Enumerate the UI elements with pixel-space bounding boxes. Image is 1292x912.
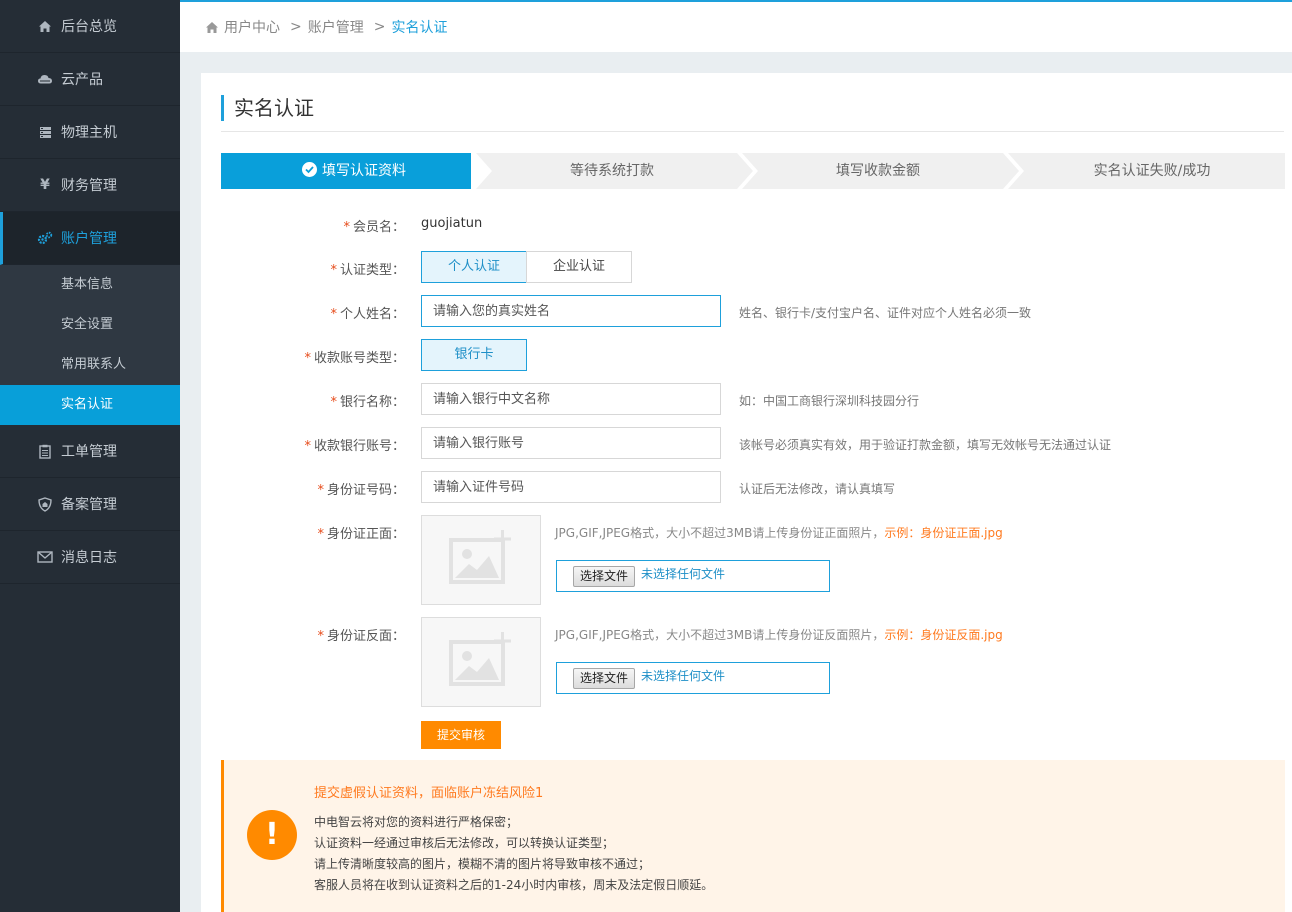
server-icon	[37, 124, 53, 140]
sidebar-item-label: 工单管理	[61, 444, 117, 460]
sidebar-item-physical-host[interactable]: 物理主机	[0, 106, 180, 159]
sidebar-item-label: 后台总览	[61, 19, 117, 35]
account-submenu: 基本信息 安全设置 常用联系人 实名认证	[0, 265, 180, 425]
file-status: 未选择任何文件	[641, 669, 726, 683]
sidebar-item-label: 消息日志	[61, 550, 117, 566]
id-front-preview[interactable]	[421, 515, 541, 605]
image-placeholder-icon	[449, 632, 511, 686]
id-back-example-link: 示例：身份证反面.jpg	[884, 628, 1003, 642]
submenu-item-basic-info[interactable]: 基本信息	[0, 265, 180, 305]
id-front-hint: JPG,GIF,JPEG格式，大小不超过3MB请上传身份证正面照片，示例：身份证…	[555, 526, 1003, 540]
image-placeholder-icon	[449, 530, 511, 584]
warning-line: 认证资料一经通过审核后无法修改，可以转换认证类型；	[314, 836, 615, 850]
sidebar-item-label: 财务管理	[61, 178, 117, 194]
step-label: 等待系统打款	[570, 163, 654, 179]
bank-name-input[interactable]	[421, 383, 721, 415]
submenu-item-contacts[interactable]: 常用联系人	[0, 345, 180, 385]
yen-icon: ¥	[40, 177, 50, 193]
home-icon	[37, 18, 53, 34]
cloud-icon	[37, 71, 53, 87]
file-status: 未选择任何文件	[641, 567, 726, 581]
id-back-hint: JPG,GIF,JPEG格式，大小不超过3MB请上传身份证反面照片，示例：身份证…	[555, 628, 1003, 642]
breadcrumb-separator: >	[290, 19, 302, 35]
step-label: 填写认证资料	[322, 163, 406, 179]
submenu-item-security[interactable]: 安全设置	[0, 305, 180, 345]
warning-notice: ! 提交虚假认证资料，面临账户冻结风险1 中电智云将对您的资料进行严格保密； 认…	[221, 760, 1285, 912]
breadcrumb-current: 实名认证	[391, 20, 448, 36]
step-label: 填写收款金额	[836, 163, 920, 179]
id-front-file-input[interactable]: 选择文件 未选择任何文件	[556, 560, 830, 592]
member-value: guojiatun	[421, 216, 483, 231]
sidebar-item-messages[interactable]: 消息日志	[0, 531, 180, 584]
sidebar-item-overview[interactable]: 后台总览	[0, 0, 180, 53]
sidebar-item-label: 账户管理	[61, 231, 117, 247]
real-name-input[interactable]	[421, 295, 721, 327]
breadcrumb-separator: >	[373, 19, 386, 35]
submit-review-button[interactable]: 提交审核	[421, 721, 501, 749]
breadcrumb-account-management[interactable]: 账户管理	[308, 17, 364, 37]
envelope-icon	[37, 549, 53, 565]
progress-steps: 填写认证资料 等待系统打款 填写收款金额 实名认证失败/成功	[221, 153, 1285, 189]
name-label: * 个人姓名：	[330, 307, 405, 322]
bank-card-button[interactable]: 银行卡	[421, 339, 527, 371]
id-number-hint: 认证后无法修改，请认真填写	[739, 482, 896, 496]
warning-line: 请上传清晰度较高的图片，模糊不清的图片将导致审核不通过；	[314, 857, 651, 871]
id-back-label: * 身份证反面：	[317, 629, 405, 644]
bank-account-input[interactable]	[421, 427, 721, 459]
warning-line: 客服人员将在收到认证资料之后的1-24小时内审核，周末及法定假日顺延。	[314, 878, 714, 892]
id-back-preview[interactable]	[421, 617, 541, 707]
step-label: 实名认证失败/成功	[1093, 163, 1211, 179]
name-hint: 姓名、银行卡/支付宝户名、证件对应个人姓名必须一致	[739, 306, 1032, 320]
step-wait-payment: 等待系统打款	[471, 153, 753, 189]
shield-icon	[37, 496, 53, 512]
bank-account-label: * 收款银行账号：	[304, 439, 405, 454]
sidebar-item-label: 备案管理	[61, 497, 117, 513]
breadcrumb-user-center[interactable]: 用户中心	[224, 17, 280, 37]
sidebar-item-label: 物理主机	[61, 125, 117, 141]
personal-cert-button[interactable]: 个人认证	[421, 251, 527, 283]
title-divider	[221, 131, 1284, 132]
id-number-input[interactable]	[421, 471, 721, 503]
sidebar-item-tickets[interactable]: 工单管理	[0, 425, 180, 478]
enterprise-cert-button[interactable]: 企业认证	[526, 251, 632, 283]
clipboard-icon	[37, 443, 53, 459]
verification-card: 实名认证 填写认证资料 等待系统打款 填写收款金额 实名认证失败/成功 * 会员名…	[201, 73, 1292, 912]
cert-type-label: * 认证类型：	[330, 263, 405, 278]
bank-account-hint: 该帐号必须真实有效，用于验证打款金额，填写无效帐号无法通过认证	[739, 438, 1112, 452]
step-fill-info: 填写认证资料	[221, 153, 487, 189]
choose-file-button[interactable]: 选择文件	[573, 668, 636, 689]
id-front-example-link: 示例：身份证正面.jpg	[884, 526, 1003, 540]
bank-name-hint: 如：中国工商银行深圳科技园分行	[739, 394, 920, 408]
breadcrumb: 用户中心 > 账户管理 > 实名认证	[180, 0, 1292, 52]
account-type-label: * 收款账号类型：	[304, 351, 405, 366]
member-label: * 会员名：	[343, 220, 405, 235]
sidebar-item-account[interactable]: 账户管理	[0, 212, 180, 265]
choose-file-button[interactable]: 选择文件	[573, 566, 636, 587]
id-back-file-input[interactable]: 选择文件 未选择任何文件	[556, 662, 830, 694]
home-icon	[205, 21, 219, 34]
sidebar-item-finance[interactable]: ¥ 财务管理	[0, 159, 180, 212]
sidebar-item-label: 云产品	[61, 72, 103, 88]
step-result: 实名认证失败/成功	[1003, 153, 1285, 189]
step-fill-amount: 填写收款金额	[737, 153, 1019, 189]
sidebar: 后台总览 云产品 物理主机 ¥ 财务管理 账户管理 基本信息 安全设置 常用联系…	[0, 0, 180, 912]
page-title: 实名认证	[221, 95, 314, 121]
id-front-label: * 身份证正面：	[317, 527, 405, 542]
id-number-label: * 身份证号码：	[317, 483, 405, 498]
check-circle-icon	[302, 162, 317, 177]
submenu-item-verification[interactable]: 实名认证	[0, 385, 180, 425]
gears-icon	[37, 230, 53, 246]
warning-line: 中电智云将对您的资料进行严格保密；	[314, 815, 519, 829]
sidebar-item-filing[interactable]: 备案管理	[0, 478, 180, 531]
bank-name-label: * 银行名称：	[330, 395, 405, 410]
warning-icon: !	[247, 810, 297, 860]
sidebar-item-cloud[interactable]: 云产品	[0, 53, 180, 106]
warning-lines: 中电智云将对您的资料进行严格保密； 认证资料一经通过审核后无法修改，可以转换认证…	[314, 812, 713, 896]
warning-title: 提交虚假认证资料，面临账户冻结风险1	[314, 786, 544, 801]
